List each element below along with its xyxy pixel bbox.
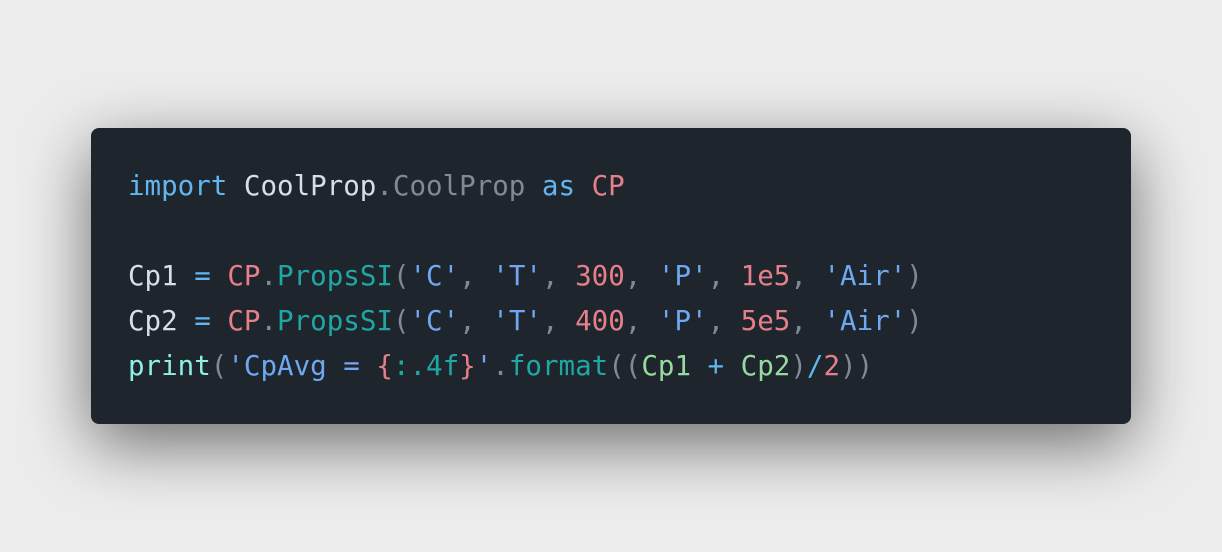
- submodule-name: .CoolProp: [376, 170, 526, 202]
- token: .: [260, 305, 278, 337]
- token: ): [906, 305, 923, 337]
- token: ): [906, 260, 923, 292]
- code-line-4: Cp2 = CP.PropsSI('C', 'T', 400, 'P', 5e5…: [128, 299, 923, 344]
- token: 400: [575, 305, 625, 337]
- token: 5e5: [740, 305, 791, 337]
- token: (: [210, 350, 228, 382]
- token: :.4f: [392, 350, 460, 382]
- token: {: [376, 350, 393, 382]
- token: ,: [459, 260, 493, 292]
- token: ,: [707, 305, 741, 337]
- token: 2: [823, 350, 841, 382]
- token: ,: [790, 305, 824, 337]
- token: ,: [624, 305, 658, 337]
- token: +: [691, 350, 741, 382]
- token: 'C': [409, 260, 460, 292]
- token: Cp2: [740, 350, 791, 382]
- token: PropsSI: [277, 260, 393, 292]
- token: (: [392, 260, 410, 292]
- code-block: import CoolProp.CoolProp as CP Cp1 = CP.P…: [91, 128, 1131, 424]
- module-name: CoolProp: [227, 170, 377, 202]
- keyword-import: import: [128, 170, 228, 202]
- token: ,: [624, 260, 658, 292]
- token: 'T': [492, 305, 542, 337]
- token: ((: [608, 350, 642, 382]
- keyword-as: as: [525, 170, 576, 202]
- token: (: [392, 305, 410, 337]
- code-line-5: print('CpAvg = {:.4f}'.format((Cp1 + Cp2…: [128, 344, 923, 389]
- token: 'P': [657, 260, 708, 292]
- token: .: [492, 350, 509, 382]
- token: Cp1: [641, 350, 691, 382]
- token: 300: [575, 260, 625, 292]
- token: ': [475, 350, 493, 382]
- token: 'P': [657, 305, 708, 337]
- token: 'CpAvg =: [227, 350, 377, 382]
- token: Cp1: [128, 260, 178, 292]
- token: /: [806, 350, 824, 382]
- token: ,: [790, 260, 824, 292]
- token: )): [840, 350, 874, 382]
- token: .: [260, 260, 278, 292]
- token: ): [790, 350, 807, 382]
- token: PropsSI: [277, 305, 393, 337]
- token: =: [177, 260, 228, 292]
- token: 1e5: [740, 260, 791, 292]
- token: CP: [227, 260, 261, 292]
- token: ,: [541, 260, 576, 292]
- token: 'Air': [823, 305, 907, 337]
- token: Cp2: [128, 305, 178, 337]
- token: ,: [459, 305, 493, 337]
- token: ,: [541, 305, 576, 337]
- code-text: import CoolProp.CoolProp as CP Cp1 = CP.P…: [128, 164, 923, 389]
- token: print: [128, 350, 211, 382]
- token: ,: [707, 260, 741, 292]
- token: format: [508, 350, 609, 382]
- token: 'T': [492, 260, 542, 292]
- token: CP: [227, 305, 261, 337]
- token: }: [459, 350, 476, 382]
- alias-name: CP: [575, 170, 625, 202]
- token: =: [177, 305, 228, 337]
- token: 'C': [409, 305, 460, 337]
- code-line-1: import CoolProp.CoolProp as CP: [128, 164, 923, 209]
- token: 'Air': [823, 260, 907, 292]
- code-line-3: Cp1 = CP.PropsSI('C', 'T', 300, 'P', 1e5…: [128, 254, 923, 299]
